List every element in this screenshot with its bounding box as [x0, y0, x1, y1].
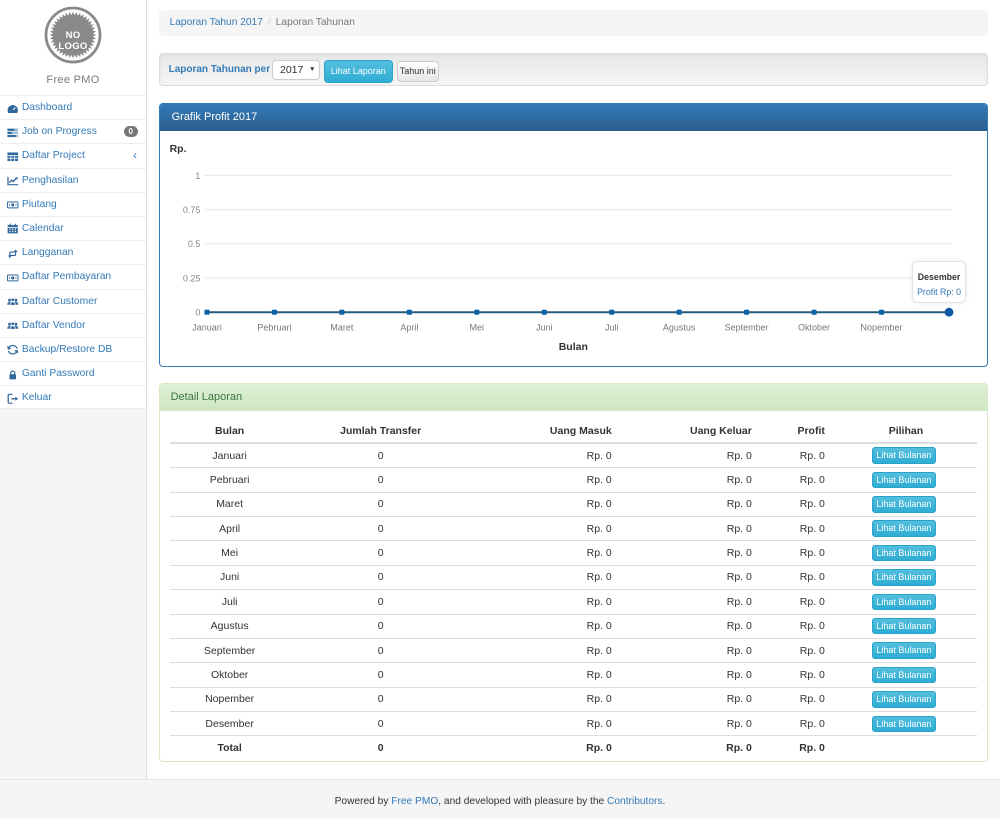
svg-text:0.75: 0.75 [182, 205, 200, 215]
svg-text:LOGO: LOGO [58, 41, 87, 52]
svg-text:Mei: Mei [469, 322, 484, 332]
svg-text:September: September [724, 322, 768, 332]
svg-text:0.25: 0.25 [182, 273, 200, 283]
svg-text:Juni: Juni [536, 322, 553, 332]
svg-text:Pebruari: Pebruari [257, 322, 291, 332]
svg-text:Agustus: Agustus [662, 322, 695, 332]
svg-text:April: April [400, 322, 418, 332]
svg-text:Januari: Januari [192, 322, 222, 332]
svg-text:Nopember: Nopember [860, 322, 902, 332]
svg-text:0: 0 [195, 307, 200, 317]
svg-text:Maret: Maret [330, 322, 354, 332]
svg-text:NO: NO [66, 30, 81, 41]
svg-text:0.5: 0.5 [187, 239, 200, 249]
svg-text:Oktober: Oktober [798, 322, 830, 332]
svg-text:Juli: Juli [605, 322, 619, 332]
svg-text:1: 1 [195, 171, 200, 181]
